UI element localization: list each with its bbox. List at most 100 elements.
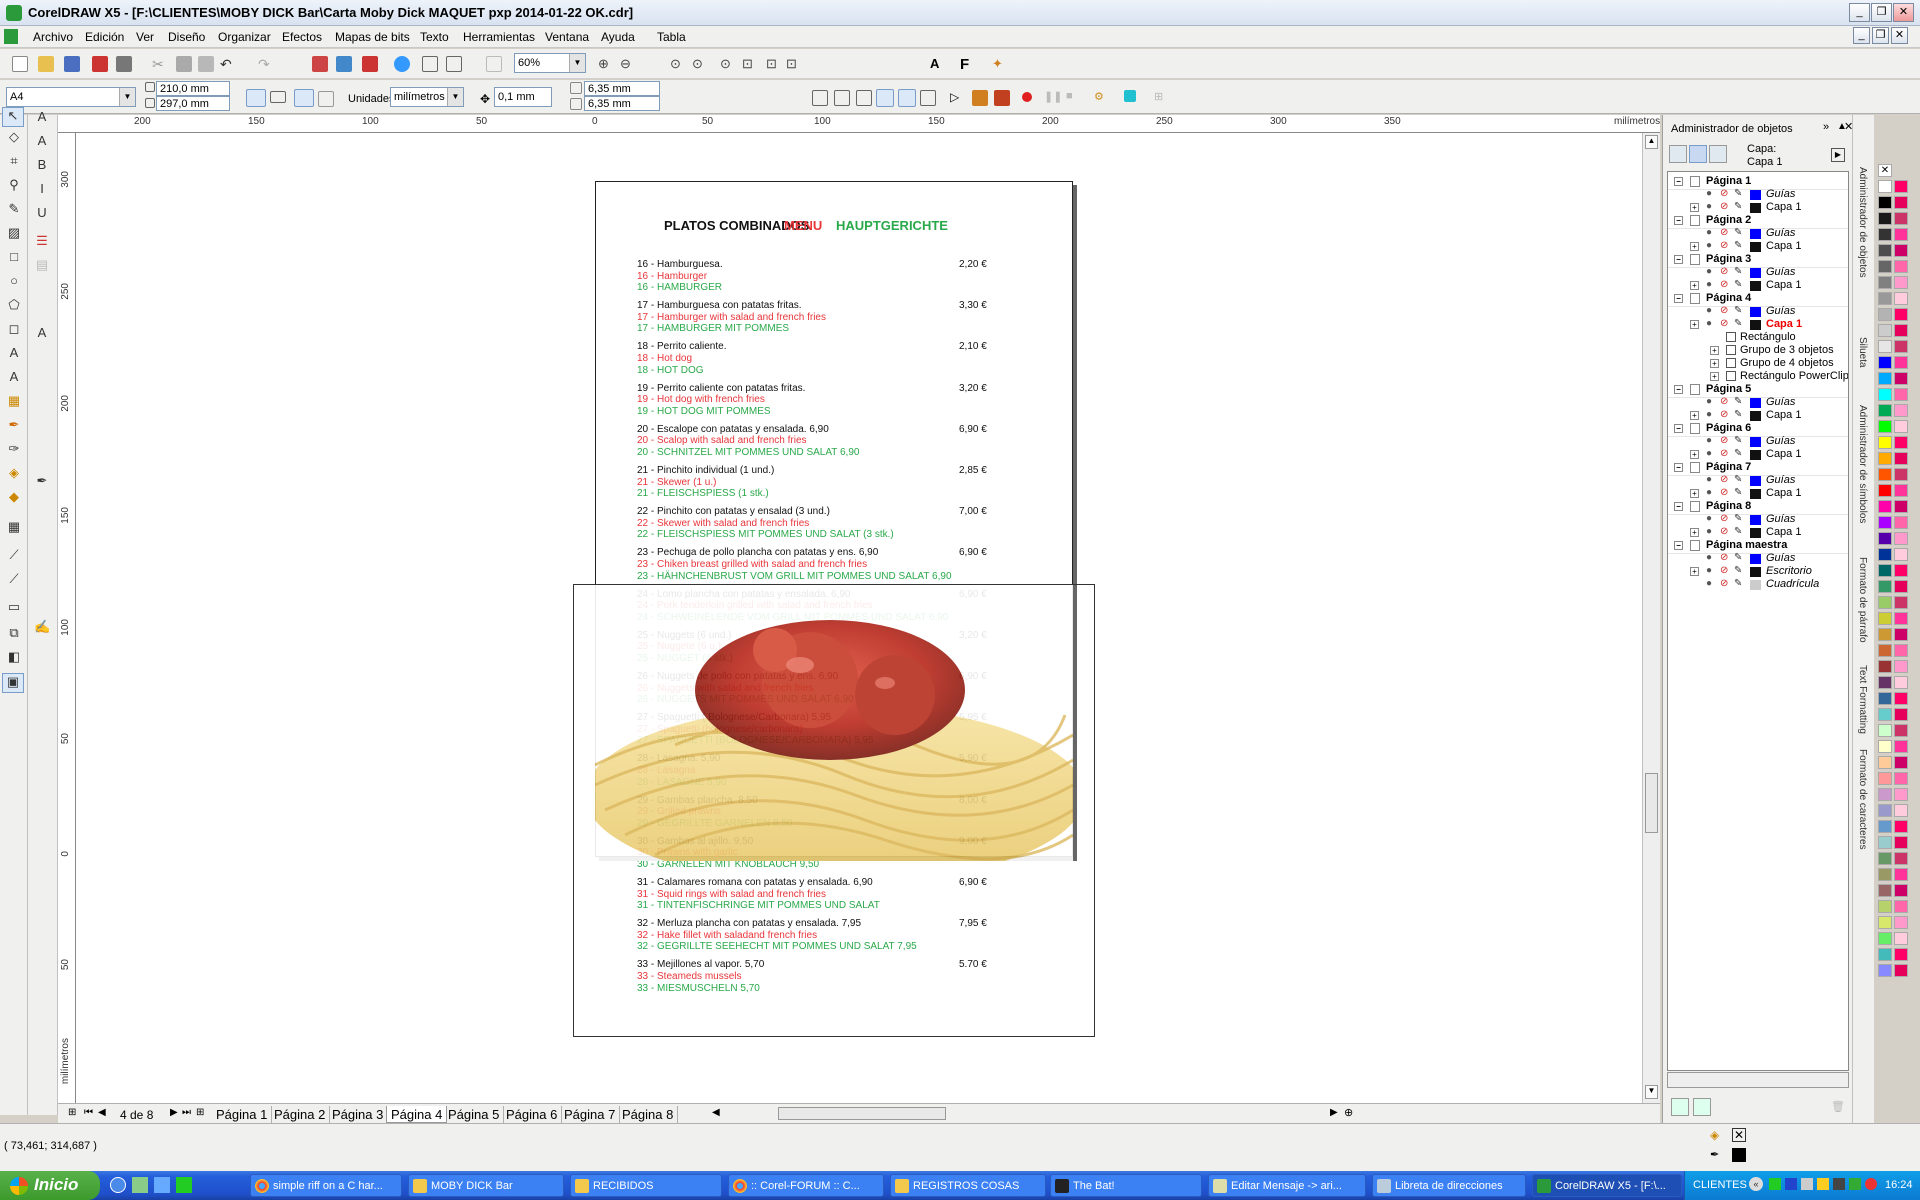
expand-layer-icon[interactable]: +	[1690, 567, 1699, 576]
task-folder-recibidos[interactable]: RECIBIDOS	[570, 1174, 722, 1197]
palette-swatch[interactable]	[1878, 276, 1892, 289]
freehand-tool-icon[interactable]: ✎	[6, 201, 22, 217]
print-icon[interactable]: ⊘	[1720, 474, 1728, 485]
current-page-icon[interactable]	[318, 91, 334, 107]
redo-icon[interactable]: ↷	[258, 56, 274, 72]
palette-swatch[interactable]	[1878, 596, 1892, 609]
palette-swatch[interactable]	[1878, 900, 1892, 913]
task-folder-registros[interactable]: REGISTROS COSAS	[890, 1174, 1046, 1197]
print-icon[interactable]: ⊘	[1720, 227, 1728, 238]
eye-icon[interactable]: ●	[1706, 188, 1712, 199]
spaghetti-photo[interactable]	[595, 585, 1073, 861]
palette-swatch[interactable]	[1894, 676, 1908, 689]
print-icon[interactable]: ⊘	[1720, 201, 1728, 212]
side-tab-symbol-manager[interactable]: Administrador de símbolos	[1857, 405, 1868, 523]
palette-swatch[interactable]	[1894, 644, 1908, 657]
lock-icon[interactable]: ✎	[1734, 305, 1742, 316]
eye-icon[interactable]: ●	[1706, 240, 1712, 251]
print-icon[interactable]: ⊘	[1720, 526, 1728, 537]
palette-swatch[interactable]	[1894, 772, 1908, 785]
stop-icon[interactable]: ■	[1066, 90, 1082, 106]
duplicate-y-field[interactable]: 6,35 mm	[584, 96, 660, 111]
snap-objects-icon[interactable]	[856, 90, 872, 106]
side-tab-object-manager[interactable]: Administrador de objetos	[1857, 167, 1868, 278]
minimize-button[interactable]: _	[1849, 3, 1870, 22]
palette-swatch[interactable]	[1894, 948, 1908, 961]
doc-close-button[interactable]: ✕	[1891, 27, 1908, 44]
palette-swatch[interactable]	[1894, 740, 1908, 753]
import-icon[interactable]	[312, 56, 328, 72]
lock-icon[interactable]: ✎	[1734, 513, 1742, 524]
add-page-after-icon[interactable]: ⊞	[196, 1107, 204, 1118]
palette-swatch[interactable]	[1894, 436, 1908, 449]
lock-icon[interactable]: ✎	[1734, 526, 1742, 537]
palette-swatch[interactable]	[1894, 388, 1908, 401]
pan-icon[interactable]: ⊡	[786, 56, 802, 72]
palette-swatch[interactable]	[1878, 340, 1892, 353]
underline-icon[interactable]: U	[34, 205, 50, 221]
palette-swatch[interactable]	[1878, 436, 1892, 449]
page-tab-5[interactable]: Página 5	[444, 1106, 505, 1123]
palette-swatch[interactable]	[1894, 356, 1908, 369]
palette-swatch[interactable]	[1878, 356, 1892, 369]
font-icon[interactable]: F	[960, 56, 976, 73]
palette-swatch[interactable]	[1878, 516, 1892, 529]
palette-swatch[interactable]	[1894, 404, 1908, 417]
menu-diseno[interactable]: Diseño	[168, 30, 205, 44]
transparency-tool-icon[interactable]: ⧉	[6, 625, 22, 641]
add-page-before-icon[interactable]: ⊞	[68, 1107, 76, 1118]
tray-app-icon-1[interactable]	[1769, 1178, 1781, 1190]
palette-swatch[interactable]	[1894, 756, 1908, 769]
grid-tool-icon[interactable]: ▦	[6, 519, 22, 535]
palette-swatch[interactable]	[1894, 564, 1908, 577]
publish-pdf-icon[interactable]	[92, 56, 108, 72]
palette-swatch[interactable]	[1878, 484, 1892, 497]
tray-app-icon-3[interactable]	[1801, 1178, 1813, 1190]
print-icon[interactable]: ⊘	[1720, 565, 1728, 576]
page-tab-7[interactable]: Página 7	[560, 1106, 621, 1123]
color-tool-icon[interactable]: ✦	[992, 56, 1008, 72]
side-tab-silhouette[interactable]: Silueta	[1857, 337, 1868, 368]
lock-icon[interactable]: ✎	[1734, 435, 1742, 446]
lock-icon[interactable]: ✎	[1734, 474, 1742, 485]
layer-color-swatch[interactable]	[1750, 450, 1761, 460]
text-align-icon[interactable]: A	[34, 325, 50, 341]
lock-icon[interactable]: ✎	[1734, 266, 1742, 277]
palette-swatch[interactable]	[1878, 196, 1892, 209]
palette-swatch[interactable]	[1894, 692, 1908, 705]
lock-icon[interactable]: ✎	[1734, 448, 1742, 459]
print-icon[interactable]: ⊘	[1720, 435, 1728, 446]
expand-collapse-icon[interactable]: −	[1674, 502, 1683, 511]
palette-swatch[interactable]	[1878, 948, 1892, 961]
new-document-icon[interactable]	[12, 56, 28, 72]
document-menu-icon[interactable]	[4, 29, 18, 44]
polygon-tool-icon[interactable]: ⬠	[6, 297, 22, 313]
task-coreldraw[interactable]: CorelDRAW X5 - [F:\...	[1532, 1174, 1682, 1197]
palette-swatch[interactable]	[1894, 932, 1908, 945]
expand-collapse-icon[interactable]: −	[1674, 541, 1683, 550]
zoom-out-icon[interactable]: ⊖	[620, 56, 636, 72]
portrait-icon[interactable]	[246, 89, 266, 107]
ie-quicklaunch-icon[interactable]	[110, 1177, 126, 1193]
eye-icon[interactable]: ●	[1706, 266, 1712, 277]
print-icon[interactable]: ⊘	[1720, 448, 1728, 459]
options-icon[interactable]	[486, 56, 502, 72]
export-icon[interactable]	[336, 56, 352, 72]
palette-swatch[interactable]	[1878, 628, 1892, 641]
color-swatch-icon[interactable]	[1124, 90, 1136, 102]
print-icon[interactable]: ⊘	[1720, 409, 1728, 420]
expand-layer-icon[interactable]: +	[1690, 411, 1699, 420]
layer-color-swatch[interactable]	[1750, 229, 1761, 239]
palette-swatch[interactable]	[1878, 804, 1892, 817]
duplicate-x-field[interactable]: 6,35 mm	[584, 81, 660, 96]
page-height-field[interactable]: 297,0 mm	[156, 96, 230, 111]
first-page-icon[interactable]: ⏮	[84, 1107, 93, 1118]
eyedropper-icon[interactable]: ✒	[34, 473, 50, 489]
palette-swatch[interactable]	[1878, 836, 1892, 849]
palette-swatch[interactable]	[1894, 468, 1908, 481]
eye-icon[interactable]: ●	[1706, 513, 1712, 524]
scroll-left-icon[interactable]: ◀	[712, 1107, 720, 1118]
print-icon[interactable]	[116, 56, 132, 72]
lock-icon[interactable]: ✎	[1734, 201, 1742, 212]
new-layer-icon[interactable]	[1671, 1098, 1689, 1116]
